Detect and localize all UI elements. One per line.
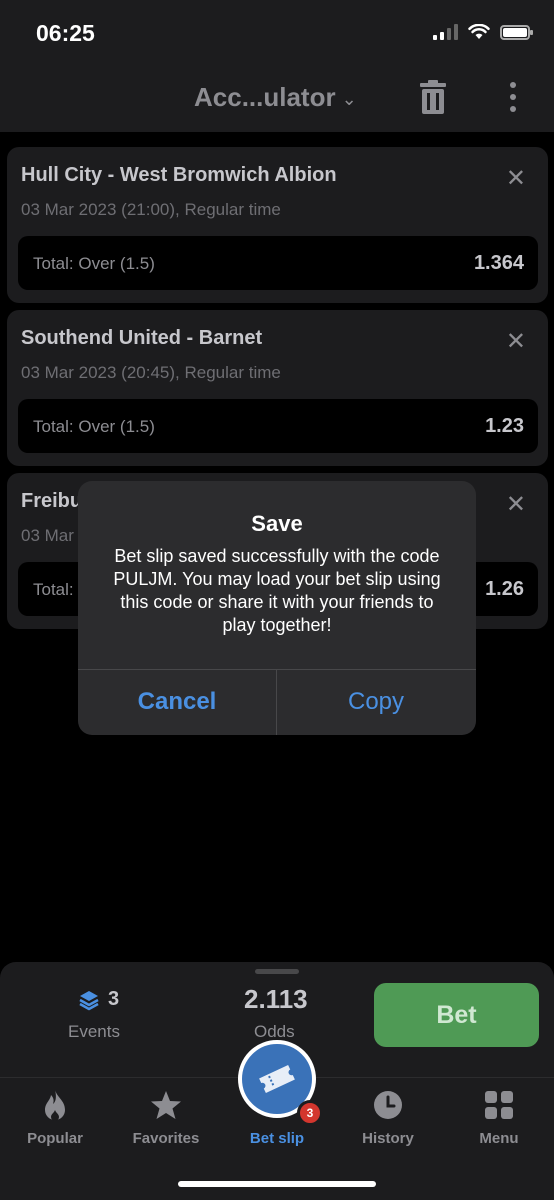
match-name: Freibu <box>21 490 83 512</box>
tab-history[interactable]: History <box>333 1088 443 1147</box>
tab-label: Menu <box>479 1130 519 1147</box>
pick-row: Total: Over (1.5) 1.364 <box>18 236 538 290</box>
status-time: 06:25 <box>36 20 95 46</box>
events-count-value: 3 <box>108 988 120 1010</box>
save-dialog: Save Bet slip saved successfully with th… <box>78 481 476 735</box>
odd-value: 1.26 <box>485 578 524 600</box>
market-label: Total: <box>33 580 74 599</box>
bet-type-selector[interactable]: Acc...ulator ⌄ <box>194 82 357 113</box>
star-icon <box>149 1088 183 1122</box>
grid-icon <box>482 1088 516 1122</box>
tab-menu[interactable]: Menu <box>444 1088 554 1147</box>
tab-popular[interactable]: Popular <box>0 1088 110 1147</box>
odds-label: Odds <box>254 1022 295 1041</box>
dialog-title: Save <box>251 511 303 536</box>
drag-handle[interactable] <box>255 969 299 974</box>
bet-card: Hull City - West Bromwich Albion 03 Mar … <box>7 147 548 303</box>
match-name: Southend United - Barnet <box>21 327 263 349</box>
pick-row: Total: Over (1.5) 1.23 <box>18 399 538 453</box>
kebab-menu-icon[interactable] <box>507 82 519 112</box>
dialog-message: Bet slip saved successfully with the cod… <box>113 546 441 635</box>
tab-label: History <box>362 1130 414 1147</box>
copy-button[interactable]: Copy <box>277 669 475 735</box>
match-date: 03 Mar 2023 (20:45), Regular time <box>21 363 281 382</box>
bet-count-badge: 3 <box>297 1100 323 1126</box>
market-label: Total: Over (1.5) <box>33 254 155 273</box>
tab-bar: Popular Favorites Bet slip History Menu … <box>0 1040 554 1200</box>
market-label: Total: Over (1.5) <box>33 417 155 436</box>
clock-icon <box>371 1088 405 1122</box>
tab-favorites[interactable]: Favorites <box>111 1088 221 1147</box>
match-name: Hull City - West Bromwich Albion <box>21 164 337 186</box>
total-odds-value: 2.113 <box>244 984 308 1014</box>
ticket-icon <box>259 1064 295 1094</box>
chevron-down-icon: ⌄ <box>341 89 357 109</box>
page-title: Acc...ulator <box>194 82 336 112</box>
events-label: Events <box>68 1022 120 1041</box>
tab-label: Bet slip <box>249 1130 305 1147</box>
tab-label: Favorites <box>132 1130 200 1147</box>
cancel-button[interactable]: Cancel <box>78 669 276 735</box>
signal-icon <box>433 24 458 40</box>
battery-icon <box>500 24 533 40</box>
events-count: 3 <box>78 988 119 1011</box>
status-icons <box>433 24 533 40</box>
wifi-icon <box>468 24 490 39</box>
layers-icon <box>79 990 99 1010</box>
place-bet-button[interactable]: Bet <box>374 983 539 1047</box>
home-indicator <box>178 1181 376 1187</box>
odd-value: 1.364 <box>473 252 524 274</box>
match-date: 03 Mar 2023 (21:00), Regular time <box>21 200 281 219</box>
close-icon[interactable]: ✕ <box>506 493 526 517</box>
odd-value: 1.23 <box>485 415 524 437</box>
flame-icon <box>38 1088 72 1122</box>
trash-icon[interactable] <box>420 80 446 114</box>
match-date: 03 Mar <box>21 526 74 545</box>
bet-card: Southend United - Barnet 03 Mar 2023 (20… <box>7 310 548 466</box>
status-bar: 06:25 <box>0 0 554 66</box>
app-header: Acc...ulator ⌄ <box>0 66 554 132</box>
tab-label: Popular <box>27 1130 83 1147</box>
close-icon[interactable]: ✕ <box>506 167 526 191</box>
close-icon[interactable]: ✕ <box>506 330 526 354</box>
